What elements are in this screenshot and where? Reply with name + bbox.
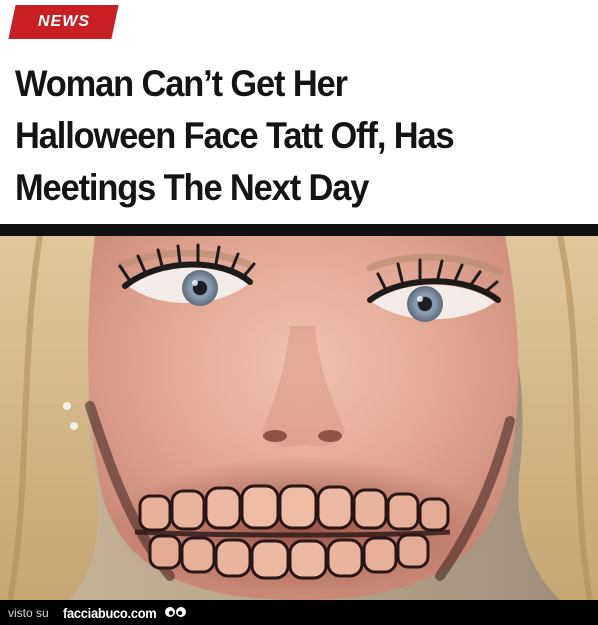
news-badge-label: NEWS (37, 13, 90, 30)
headline-line-2: Halloween Face Tatt Off, Has (15, 115, 455, 156)
headline-line-3: Meetings The Next Day (15, 167, 369, 208)
footer-visto-label: visto su (8, 605, 49, 620)
woman-face-photo (0, 236, 598, 600)
footer-site-link[interactable]: facciabuco.com (63, 605, 157, 621)
googly-eyes-icon (164, 605, 188, 621)
face-illustration (0, 236, 598, 600)
footer-bar: visto su facciabuco.com (0, 600, 598, 625)
meme-page: NEWS Woman Can’t Get Her Halloween Face … (0, 0, 598, 625)
headline: Woman Can’t Get Her Halloween Face Tatt … (15, 58, 545, 214)
headline-line-1: Woman Can’t Get Her (15, 63, 348, 104)
headline-divider (0, 224, 598, 236)
news-badge: NEWS (8, 5, 119, 39)
